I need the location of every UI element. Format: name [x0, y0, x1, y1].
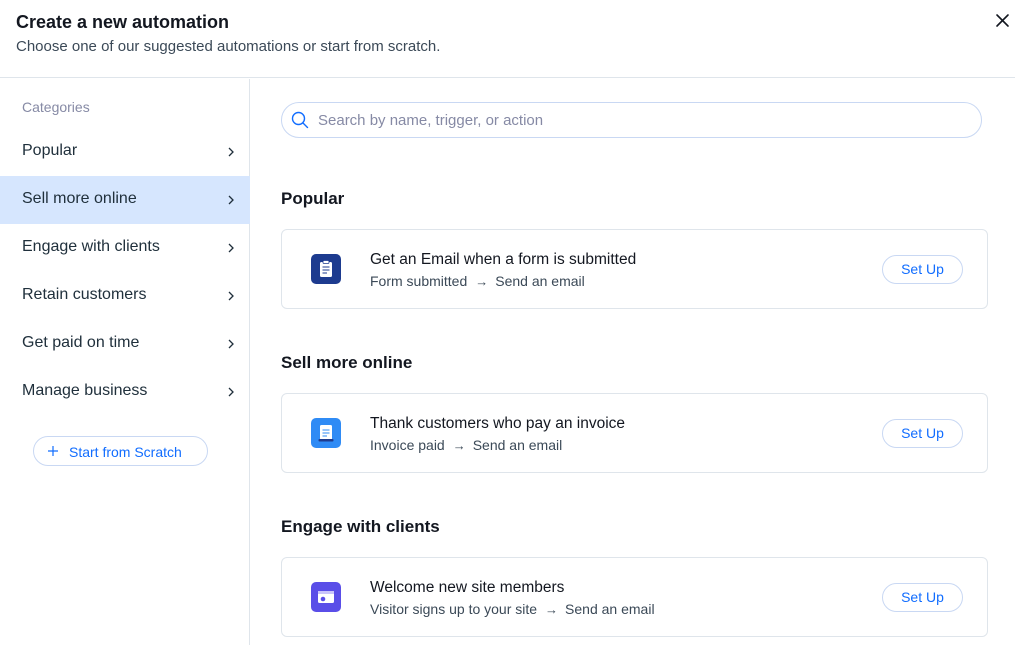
- set-up-button[interactable]: Set Up: [882, 419, 963, 448]
- sidebar-item-label: Sell more online: [22, 190, 137, 207]
- clipboard-form-icon: [311, 254, 341, 284]
- sidebar-item-popular[interactable]: Popular: [0, 128, 250, 176]
- invoice-icon: [311, 418, 341, 448]
- plus-icon: [48, 446, 58, 456]
- sidebar-item-sell-more-online[interactable]: Sell more online: [0, 176, 250, 224]
- start-from-scratch-button[interactable]: Start from Scratch: [33, 436, 208, 466]
- close-icon[interactable]: [992, 10, 1014, 32]
- search-input[interactable]: [318, 109, 958, 131]
- section-title-popular: Popular: [281, 189, 345, 208]
- categories-sidebar: Categories Popular Sell more online Enga…: [0, 79, 250, 645]
- main-content: Popular Get an Email when a form is subm…: [251, 79, 1015, 645]
- automation-card[interactable]: Get an Email when a form is submitted Fo…: [281, 229, 988, 309]
- automation-card-flow: Form submitted → Send an email: [370, 273, 585, 289]
- sidebar-item-label: Manage business: [22, 382, 148, 399]
- search-icon: [291, 111, 309, 129]
- action-label: Send an email: [495, 273, 585, 289]
- search-box[interactable]: [281, 102, 982, 138]
- automation-card-title: Thank customers who pay an invoice: [370, 415, 626, 432]
- chevron-right-icon: [228, 243, 234, 253]
- action-label: Send an email: [565, 601, 655, 617]
- automation-card[interactable]: Thank customers who pay an invoice Invoi…: [281, 393, 988, 473]
- dialog-subtitle: Choose one of our suggested automations …: [16, 38, 441, 55]
- sidebar-item-engage-with-clients[interactable]: Engage with clients: [0, 224, 250, 272]
- sidebar-item-label: Popular: [22, 142, 78, 159]
- chevron-right-icon: [228, 291, 234, 301]
- arrow-right-icon: →: [475, 274, 489, 289]
- chevron-right-icon: [228, 387, 234, 397]
- sidebar-item-retain-customers[interactable]: Retain customers: [0, 272, 250, 320]
- section-title-engage-with-clients: Engage with clients: [281, 517, 440, 536]
- trigger-label: Form submitted: [370, 273, 468, 289]
- automation-card-flow: Visitor signs up to your site → Send an em…: [370, 601, 655, 617]
- set-up-button[interactable]: Set Up: [882, 255, 963, 284]
- sidebar-item-manage-business[interactable]: Manage business: [0, 368, 250, 416]
- sidebar-item-get-paid-on-time[interactable]: Get paid on time: [0, 320, 250, 368]
- chevron-right-icon: [228, 339, 234, 349]
- dialog-title: Create a new automation: [16, 12, 230, 32]
- trigger-label: Invoice paid: [370, 437, 445, 453]
- chevron-right-icon: [228, 147, 234, 157]
- automation-card-title: Welcome new site members: [370, 579, 565, 596]
- automation-card-flow: Invoice paid → Send an email: [370, 437, 562, 453]
- start-from-scratch-label: Start from Scratch: [69, 444, 182, 460]
- sidebar-item-label: Engage with clients: [22, 238, 160, 255]
- action-label: Send an email: [472, 437, 563, 453]
- site-member-icon: [311, 582, 341, 612]
- sidebar-item-label: Get paid on time: [22, 334, 140, 351]
- set-up-button[interactable]: Set Up: [882, 583, 963, 612]
- trigger-label: Visitor signs up to your site: [370, 601, 538, 617]
- dialog-header: Create a new automation Choose one of ou…: [0, 0, 1015, 78]
- automation-card-title: Get an Email when a form is submitted: [370, 251, 637, 268]
- arrow-right-icon: →: [545, 602, 559, 617]
- section-title-sell-more-online: Sell more online: [281, 353, 413, 372]
- automation-card[interactable]: Welcome new site members Visitor signs u…: [281, 557, 988, 637]
- sidebar-item-label: Retain customers: [22, 286, 147, 303]
- chevron-right-icon: [228, 195, 234, 205]
- categories-heading: Categories: [22, 99, 90, 115]
- arrow-right-icon: →: [452, 438, 466, 453]
